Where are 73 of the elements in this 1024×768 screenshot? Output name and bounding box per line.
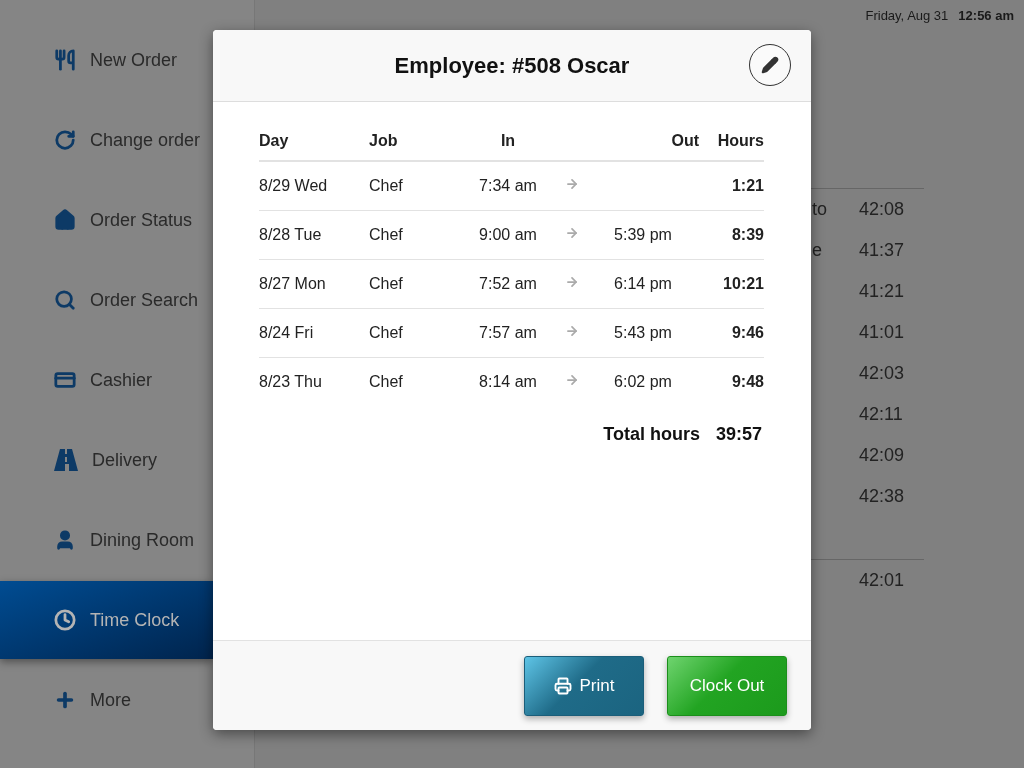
search-icon [54,289,76,311]
print-button[interactable]: Print [524,656,644,716]
sidebar-item[interactable]: Time Clock [0,581,213,659]
sidebar-item[interactable]: Change order [0,100,254,180]
table-cell: 7:52 am [479,275,537,293]
table-cell-text: 42:01 [859,569,906,591]
table-cell-text: 42:08 [859,199,906,220]
table-cell: 6:14 pm [614,275,672,292]
arrow-icon [565,226,579,240]
utensils-icon [54,49,76,71]
table-cell: 7:57 am [479,324,537,342]
table-cell: 8/23 Thu [259,373,322,391]
refresh-icon [54,129,76,151]
table-cell-text: 42:38 [859,486,906,507]
table-cell: 8:14 am [479,373,537,391]
sidebar-item[interactable]: Delivery [0,420,254,500]
sidebar-item[interactable]: Dining Room [0,500,254,580]
table-cell: 8/24 Fri [259,324,314,342]
table-cell: 6:02 pm [614,373,672,390]
printer-icon [553,677,572,695]
clock-out-button[interactable]: Clock Out [667,656,787,716]
sidebar-item[interactable]: Order Status [0,180,254,260]
table-cell: 9:00 am [479,226,537,244]
table-cell-text: 41:37 [859,240,906,261]
plus-icon [54,689,76,711]
table-cell: Chef [369,275,403,293]
table-cell: 1:21 [731,177,764,195]
table-cell: to [812,199,827,219]
table-cell: Chef [369,226,403,244]
total-value: 39:57 [715,424,762,445]
total-label: Total hours [603,424,700,445]
table-cell: 8:39 [731,226,764,244]
person-icon [54,529,76,551]
arrow-icon [565,373,579,387]
column-header: Day [259,132,289,150]
pencil-icon [761,56,779,74]
time-text: 12:56 am [958,8,1014,23]
table-cell: e [812,240,822,260]
home-icon [54,209,76,231]
card-icon [54,369,76,391]
table-cell-text: 42:03 [859,363,906,384]
clock-icon [54,609,76,631]
arrow-icon [565,275,579,289]
table-cell: 7:34 am [479,177,537,195]
table-cell: 5:39 pm [614,226,672,243]
sidebar-item[interactable]: Cashier [0,340,254,420]
arrow-icon [565,324,579,338]
table-cell: 9:46 [731,324,764,342]
table-cell: 8/27 Mon [259,275,326,293]
date-text: Friday, Aug 31 [865,8,949,23]
sidebar-item[interactable]: Order Search [0,260,254,340]
table-cell: 8/28 Tue [259,226,322,244]
edit-button[interactable] [749,44,791,86]
table-cell: 8/29 Wed [259,177,328,195]
sidebar-item[interactable]: New Order [0,20,254,100]
table-cell: Chef [369,324,403,342]
sidebar-item[interactable]: More [0,660,254,740]
table-cell: 5:43 pm [614,324,672,341]
table-cell: Chef [369,177,403,195]
table-cell-text: 41:01 [859,322,906,343]
column-header: In [500,132,516,150]
road-icon [54,449,78,471]
column-header: Job [369,132,398,150]
table-cell: Chef [369,373,403,391]
table-cell-text: 42:11 [859,404,904,425]
table-cell: 9:48 [731,373,764,391]
dialog-title: Employee: #508 Oscar [394,52,630,79]
table-cell-text: 42:09 [859,445,906,466]
arrow-icon [565,177,579,191]
column-header: Out [671,132,699,150]
column-header: Hours [717,132,764,150]
table-cell: 10:21 [723,275,764,293]
table-cell-text: 41:21 [859,281,906,302]
